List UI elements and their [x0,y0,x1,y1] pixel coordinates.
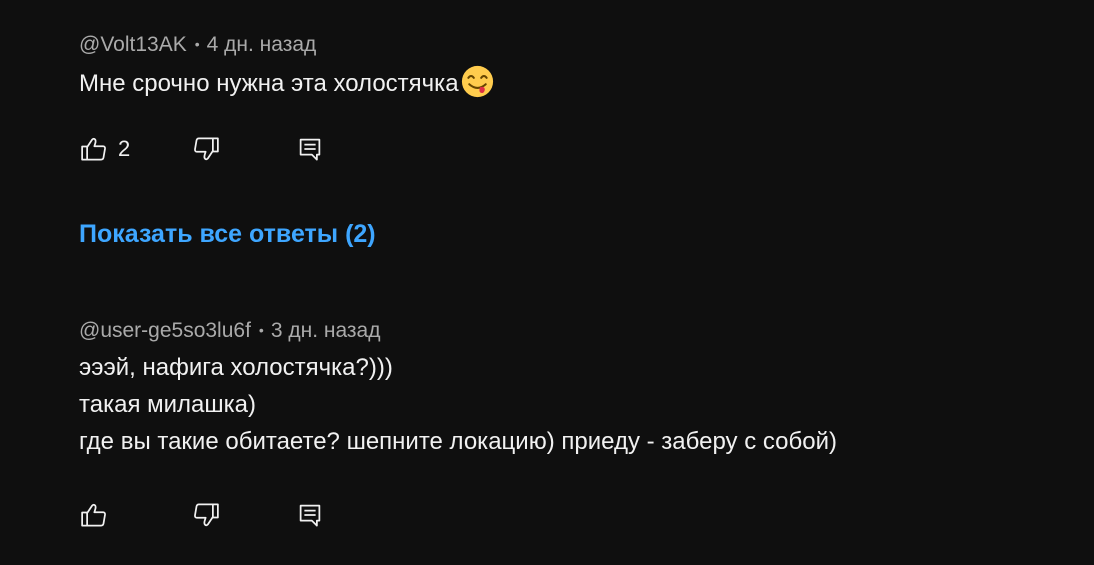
dislike-button[interactable] [191,500,295,530]
comment-line: где вы такие обитаете? шепните локацию) … [79,428,837,455]
comment-meta: @Volt13AK • 4 дн. назад [79,30,494,59]
thumb-up-icon [81,137,106,161]
comment-time[interactable]: 4 дн. назад [207,33,317,56]
reply-button[interactable] [295,500,325,530]
meta-separator: • [258,322,264,338]
comment-text: Мне срочно нужна эта холостячка [79,65,494,102]
like-button[interactable]: 2 [79,134,191,164]
comment-1: @Volt13AK • 4 дн. назад Мне срочно нужна э… [79,30,494,102]
comment-time[interactable]: 3 дн. назад [271,319,381,342]
thumb-down-icon [194,137,219,161]
comment-text: эээй, нафига холостячка?))) такая милашк… [79,349,837,460]
like-count: 2 [118,136,131,161]
comment-author[interactable]: @user-ge5so3lu6f [79,319,251,342]
thumb-up-icon [81,503,106,527]
show-all-replies-link[interactable]: Показать все ответы (2) [79,217,376,251]
yum-face-emoji [461,65,493,98]
comment-meta: @user-ge5so3lu6f • 3 дн. назад [79,316,837,345]
like-button[interactable] [79,500,191,530]
reply-icon [299,504,321,527]
comment-line: Мне срочно нужна эта холостячка [79,70,459,97]
comment-actions [79,500,325,530]
meta-separator: • [194,36,200,52]
comment-line: эээй, нафига холостячка?))) [79,354,393,381]
comment-author[interactable]: @Volt13AK [79,33,187,56]
reply-icon [299,138,321,161]
comment-actions: 2 [79,134,325,164]
comment-2: @user-ge5so3lu6f • 3 дн. назад эээй, нафиг… [79,316,837,460]
thumb-down-icon [194,503,219,527]
dislike-button[interactable] [191,134,295,164]
comment-line: такая милашка) [79,391,256,418]
reply-button[interactable] [295,134,325,164]
